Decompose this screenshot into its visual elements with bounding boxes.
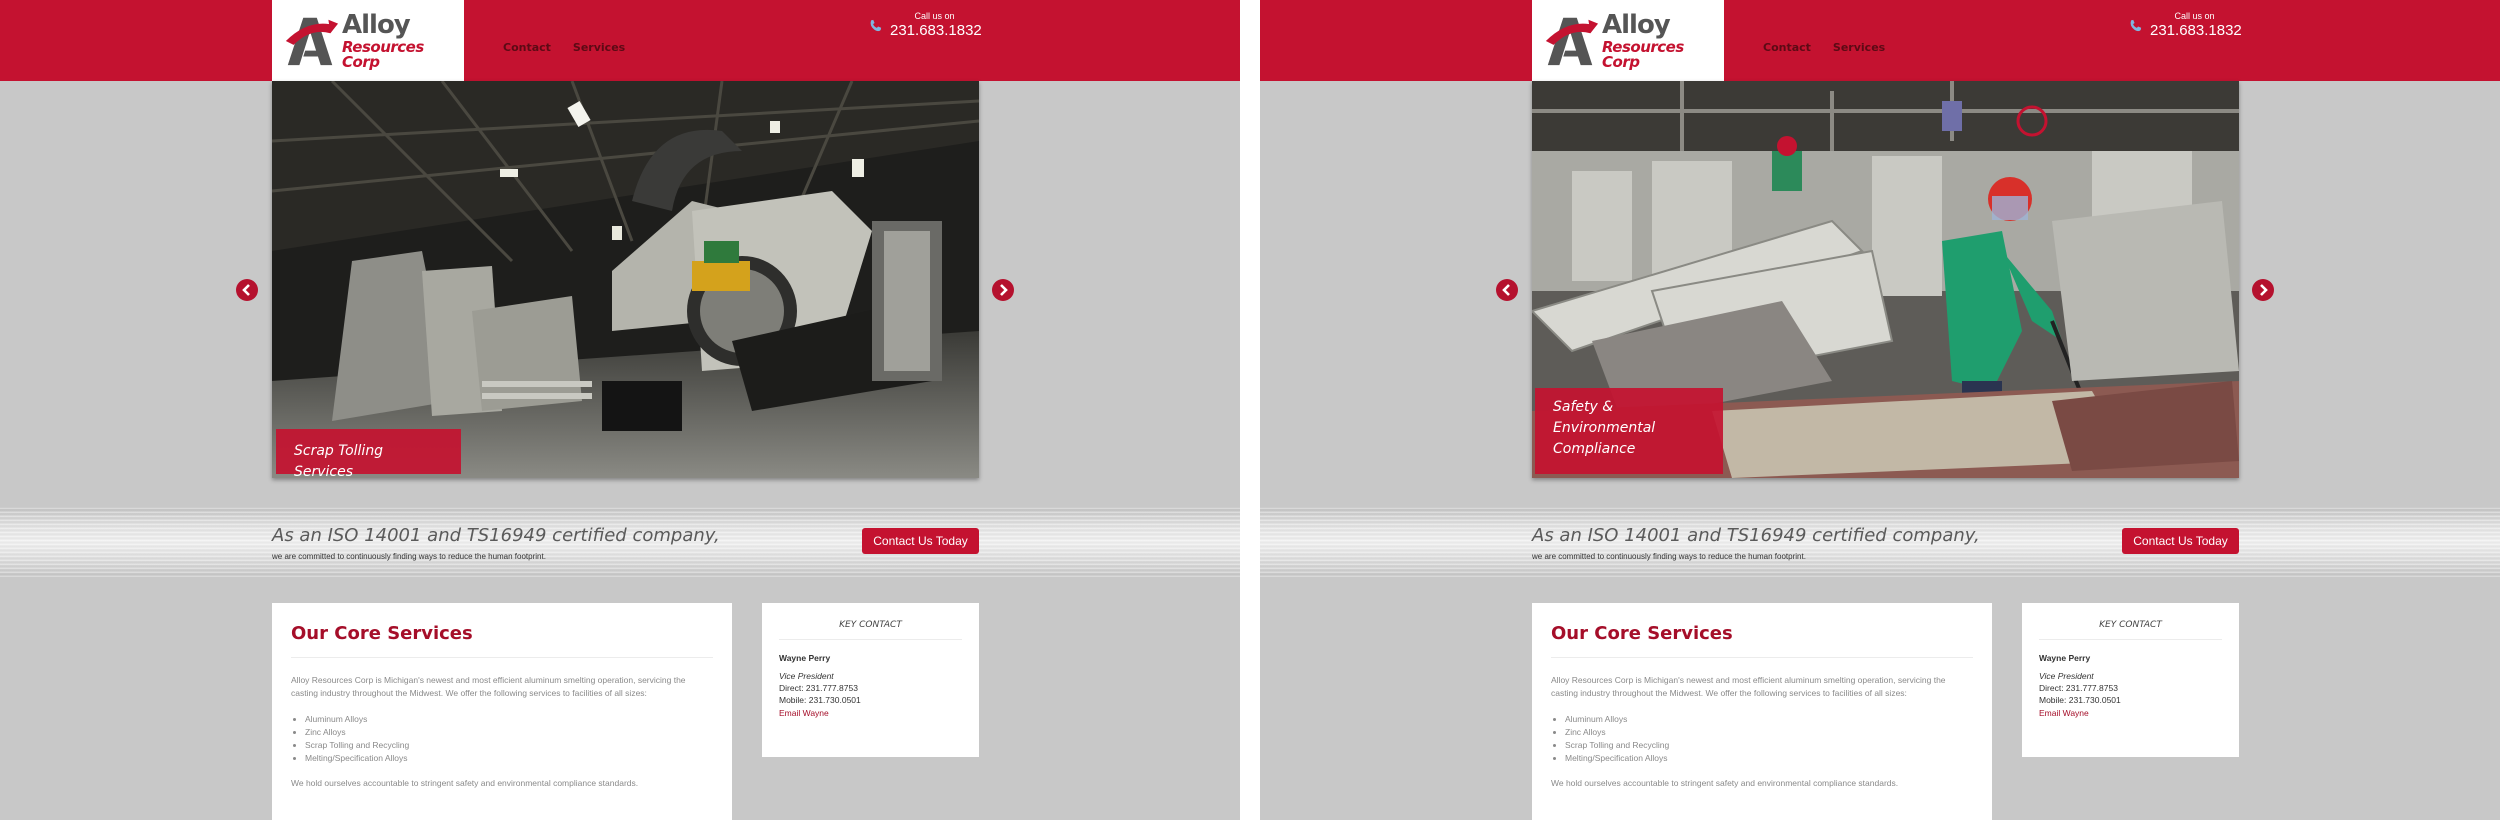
phone-number[interactable]: 231.683.1832	[890, 22, 982, 39]
contact-role: Vice President	[779, 671, 834, 681]
list-item: Scrap Tolling and Recycling	[1565, 739, 1973, 752]
slide-image-foundry	[272, 81, 979, 478]
divider	[1551, 657, 1973, 658]
phone-number[interactable]: 231.683.1832	[2150, 22, 2242, 39]
phone-icon	[870, 19, 882, 32]
divider	[779, 639, 962, 640]
contact-name: Wayne Perry	[779, 653, 831, 663]
chevron-right-icon	[1000, 284, 1008, 296]
email-contact-link[interactable]: Email Wayne	[779, 708, 962, 718]
contact-us-button[interactable]: Contact Us Today	[2122, 528, 2239, 554]
core-services-card: Our Core Services Alloy Resources Corp i…	[272, 603, 732, 820]
divider	[291, 657, 713, 658]
certification-headline: As an ISO 14001 and TS16949 certified co…	[1532, 525, 1980, 546]
hero-slider: Scrap Tolling Services	[272, 81, 979, 478]
list-item: Zinc Alloys	[305, 726, 713, 739]
alloy-a-logo-icon	[1545, 17, 1599, 65]
compliance-note: We hold ourselves accountable to stringe…	[291, 778, 639, 788]
key-contact-card: KEY CONTACT Wayne Perry Vice President D…	[762, 603, 979, 757]
list-item: Aluminum Alloys	[305, 713, 713, 726]
slide-caption: Scrap Tolling Services	[276, 429, 461, 478]
call-us-label: Call us on	[914, 11, 955, 21]
core-services-title: Our Core Services	[291, 623, 473, 644]
services-list: Aluminum Alloys Zinc Alloys Scrap Tollin…	[305, 713, 713, 765]
key-contact-heading: KEY CONTACT	[2099, 620, 2162, 630]
logo-name: Alloy	[342, 9, 411, 40]
list-item: Scrap Tolling and Recycling	[305, 739, 713, 752]
hero-slider: Safety & Environmental Compliance	[1532, 81, 2239, 478]
site-header: Alloy Resources Corp Contact Services Ca…	[1260, 0, 2500, 81]
contact-mobile-phone: Mobile: 231.730.0501	[2039, 695, 2121, 705]
chevron-right-icon	[2260, 284, 2268, 296]
certification-subline: we are committed to continuously finding…	[1532, 552, 1806, 561]
slider-next-button[interactable]	[992, 279, 1014, 301]
nav-contact-link[interactable]: Contact	[1763, 41, 1811, 54]
compliance-note: We hold ourselves accountable to stringe…	[1551, 778, 1899, 788]
contact-direct-phone: Direct: 231.777.8753	[779, 683, 858, 693]
contact-direct-phone: Direct: 231.777.8753	[2039, 683, 2118, 693]
list-item: Melting/Specification Alloys	[1565, 752, 1973, 765]
main-nav: Contact Services	[1763, 41, 1885, 54]
call-us-label: Call us on	[2174, 11, 2215, 21]
logo-subtitle: Resources Corp	[1602, 37, 1684, 71]
nav-services-link[interactable]: Services	[1833, 41, 1885, 54]
core-services-card: Our Core Services Alloy Resources Corp i…	[1532, 603, 1992, 820]
contact-mobile-phone: Mobile: 231.730.0501	[779, 695, 861, 705]
chevron-left-icon	[1502, 284, 1510, 296]
certification-headline: As an ISO 14001 and TS16949 certified co…	[272, 525, 720, 546]
nav-contact-link[interactable]: Contact	[503, 41, 551, 54]
contact-name: Wayne Perry	[2039, 653, 2091, 663]
key-contact-card: KEY CONTACT Wayne Perry Vice President D…	[2022, 603, 2239, 757]
certification-band: As an ISO 14001 and TS16949 certified co…	[1260, 507, 2500, 577]
chevron-left-icon	[242, 284, 250, 296]
certification-band: As an ISO 14001 and TS16949 certified co…	[0, 507, 1240, 577]
logo-name: Alloy	[1602, 9, 1671, 40]
core-services-intro: Alloy Resources Corp is Michigan's newes…	[291, 675, 686, 698]
contact-us-button[interactable]: Contact Us Today	[862, 528, 979, 554]
call-us-block: Call us on 231.683.1832	[868, 10, 983, 40]
list-item: Melting/Specification Alloys	[305, 752, 713, 765]
certification-subline: we are committed to continuously finding…	[272, 552, 546, 561]
services-list: Aluminum Alloys Zinc Alloys Scrap Tollin…	[1565, 713, 1973, 765]
main-nav: Contact Services	[503, 41, 625, 54]
site-logo[interactable]: Alloy Resources Corp	[1532, 0, 1724, 81]
list-item: Zinc Alloys	[1565, 726, 1973, 739]
slider-prev-button[interactable]	[236, 279, 258, 301]
email-contact-link[interactable]: Email Wayne	[2039, 708, 2222, 718]
core-services-intro: Alloy Resources Corp is Michigan's newes…	[1551, 675, 1946, 698]
call-us-block: Call us on 231.683.1832	[2128, 10, 2243, 40]
logo-subtitle: Resources Corp	[342, 37, 424, 71]
list-item: Aluminum Alloys	[1565, 713, 1973, 726]
slider-next-button[interactable]	[2252, 279, 2274, 301]
divider	[2039, 639, 2222, 640]
slide-caption: Safety & Environmental Compliance	[1535, 388, 1723, 474]
page-panel-right: Alloy Resources Corp Contact Services Ca…	[1260, 0, 2500, 820]
slider-prev-button[interactable]	[1496, 279, 1518, 301]
key-contact-heading: KEY CONTACT	[839, 620, 902, 630]
nav-services-link[interactable]: Services	[573, 41, 625, 54]
alloy-a-logo-icon	[285, 17, 339, 65]
contact-role: Vice President	[2039, 671, 2094, 681]
site-header: Alloy Resources Corp Contact Services Ca…	[0, 0, 1240, 81]
core-services-title: Our Core Services	[1551, 623, 1733, 644]
site-logo[interactable]: Alloy Resources Corp	[272, 0, 464, 81]
phone-icon	[2130, 19, 2142, 32]
page-panel-left: Alloy Resources Corp Contact Services Ca…	[0, 0, 1240, 820]
